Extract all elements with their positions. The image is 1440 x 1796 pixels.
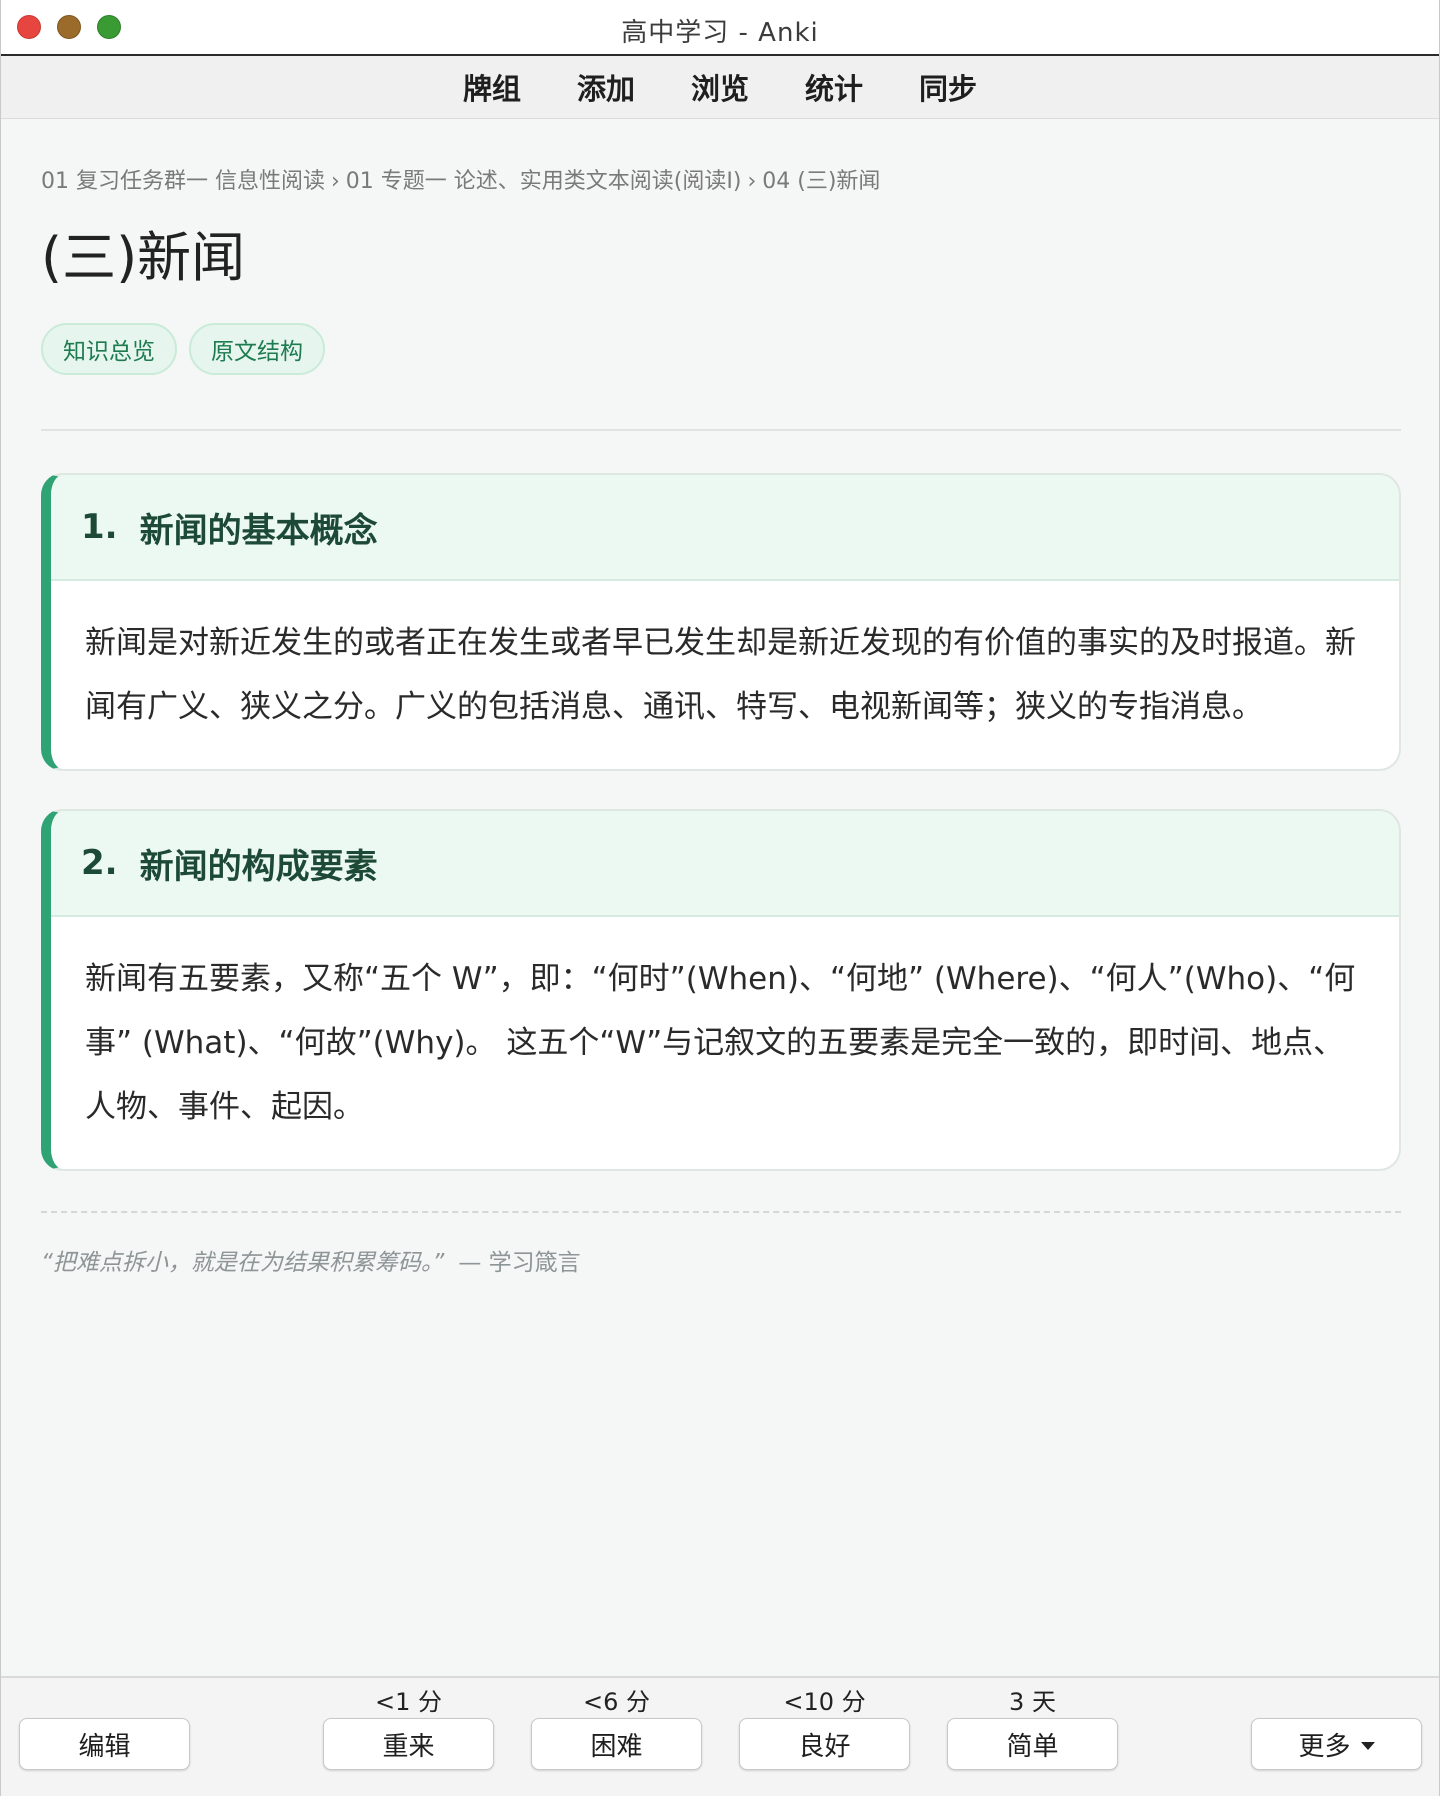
menu-sync[interactable]: 同步 <box>919 66 977 108</box>
dashed-divider <box>41 1211 1401 1213</box>
menu-add[interactable]: 添加 <box>577 66 635 108</box>
hard-interval: <6 分 <box>582 1688 650 1716</box>
card-body: 新闻有五要素，又称“五个 W”，即：“何时”(When)、“何地” (Where… <box>85 961 1356 1125</box>
tag-list: 知识总览 原文结构 <box>41 323 1401 375</box>
breadcrumb-item: 04 (三)新闻 <box>762 169 881 194</box>
breadcrumb-item: 01 专题一 论述、实用类文本阅读(阅读I) <box>345 169 742 194</box>
top-toolbar: 牌组 添加 浏览 统计 同步 <box>1 56 1439 119</box>
edit-button-label: 编辑 <box>78 1731 131 1762</box>
breadcrumb-item: 01 复习任务群一 信息性阅读 <box>41 169 325 194</box>
knowledge-card: 1. 新闻的基本概念 新闻是对新近发生的或者正在发生或者早已发生却是新近发现的有… <box>41 473 1401 771</box>
menu-browse[interactable]: 浏览 <box>691 66 749 108</box>
menu-stats[interactable]: 统计 <box>805 66 863 108</box>
knowledge-card: 2. 新闻的构成要素 新闻有五要素，又称“五个 W”，即：“何时”(When)、… <box>41 809 1401 1171</box>
card-body: 新闻是对新近发生的或者正在发生或者早已发生却是新近发现的有价值的事实的及时报道。… <box>85 625 1356 725</box>
caret-down-icon <box>1360 1742 1375 1750</box>
quote: “把难点拆小，就是在为结果积累筹码。” — 学习箴言 <box>41 1243 1401 1277</box>
more-button-label: 更多 <box>1298 1731 1351 1762</box>
tag-structure[interactable]: 原文结构 <box>189 323 325 375</box>
window-title: 高中学习 - Anki <box>621 18 819 48</box>
card-title: 新闻的构成要素 <box>139 846 378 887</box>
card-number: 2. <box>81 843 118 883</box>
breadcrumb-separator: › <box>747 169 757 194</box>
card-header: 1. 新闻的基本概念 <box>51 475 1399 581</box>
good-button[interactable]: 良好 <box>739 1718 910 1770</box>
anki-window: 高中学习 - Anki 牌组 添加 浏览 统计 同步 01 复习任务群一 信息性… <box>0 0 1440 1796</box>
good-interval: <10 分 <box>783 1688 866 1716</box>
easy-button[interactable]: 简单 <box>947 1718 1118 1770</box>
more-button[interactable]: 更多 <box>1251 1718 1422 1770</box>
card-title: 新闻的基本概念 <box>139 510 378 551</box>
title-bar: 高中学习 - Anki <box>1 0 1439 56</box>
again-interval: <1 分 <box>374 1688 442 1716</box>
breadcrumb: 01 复习任务群一 信息性阅读 › 01 专题一 论述、实用类文本阅读(阅读I) › 0… <box>41 163 1401 195</box>
review-bottom-bar: 编辑 <1 分 重来 <6 分 困难 <10 分 良好 3 天 简单 更多 <box>1 1676 1439 1796</box>
card-content: 01 复习任务群一 信息性阅读 › 01 专题一 论述、实用类文本阅读(阅读I) › 0… <box>41 119 1401 1277</box>
easy-button-label: 简单 <box>1006 1731 1059 1762</box>
breadcrumb-separator: › <box>330 169 340 194</box>
quote-source: — 学习箴言 <box>458 1250 581 1276</box>
again-button-label: 重来 <box>382 1731 435 1762</box>
edit-button[interactable]: 编辑 <box>19 1718 190 1770</box>
hard-button[interactable]: 困难 <box>531 1718 702 1770</box>
quote-text: “把难点拆小，就是在为结果积累筹码。” <box>41 1250 445 1276</box>
page-title: (三)新闻 <box>41 226 246 289</box>
easy-interval: 3 天 <box>1009 1688 1056 1716</box>
section-divider <box>41 429 1401 431</box>
again-button[interactable]: 重来 <box>323 1718 494 1770</box>
card-header: 2. 新闻的构成要素 <box>51 811 1399 917</box>
hard-button-label: 困难 <box>590 1731 643 1762</box>
good-button-label: 良好 <box>798 1731 851 1762</box>
menu-decks[interactable]: 牌组 <box>463 66 521 108</box>
card-number: 1. <box>81 507 118 547</box>
tag-overview[interactable]: 知识总览 <box>41 323 177 375</box>
